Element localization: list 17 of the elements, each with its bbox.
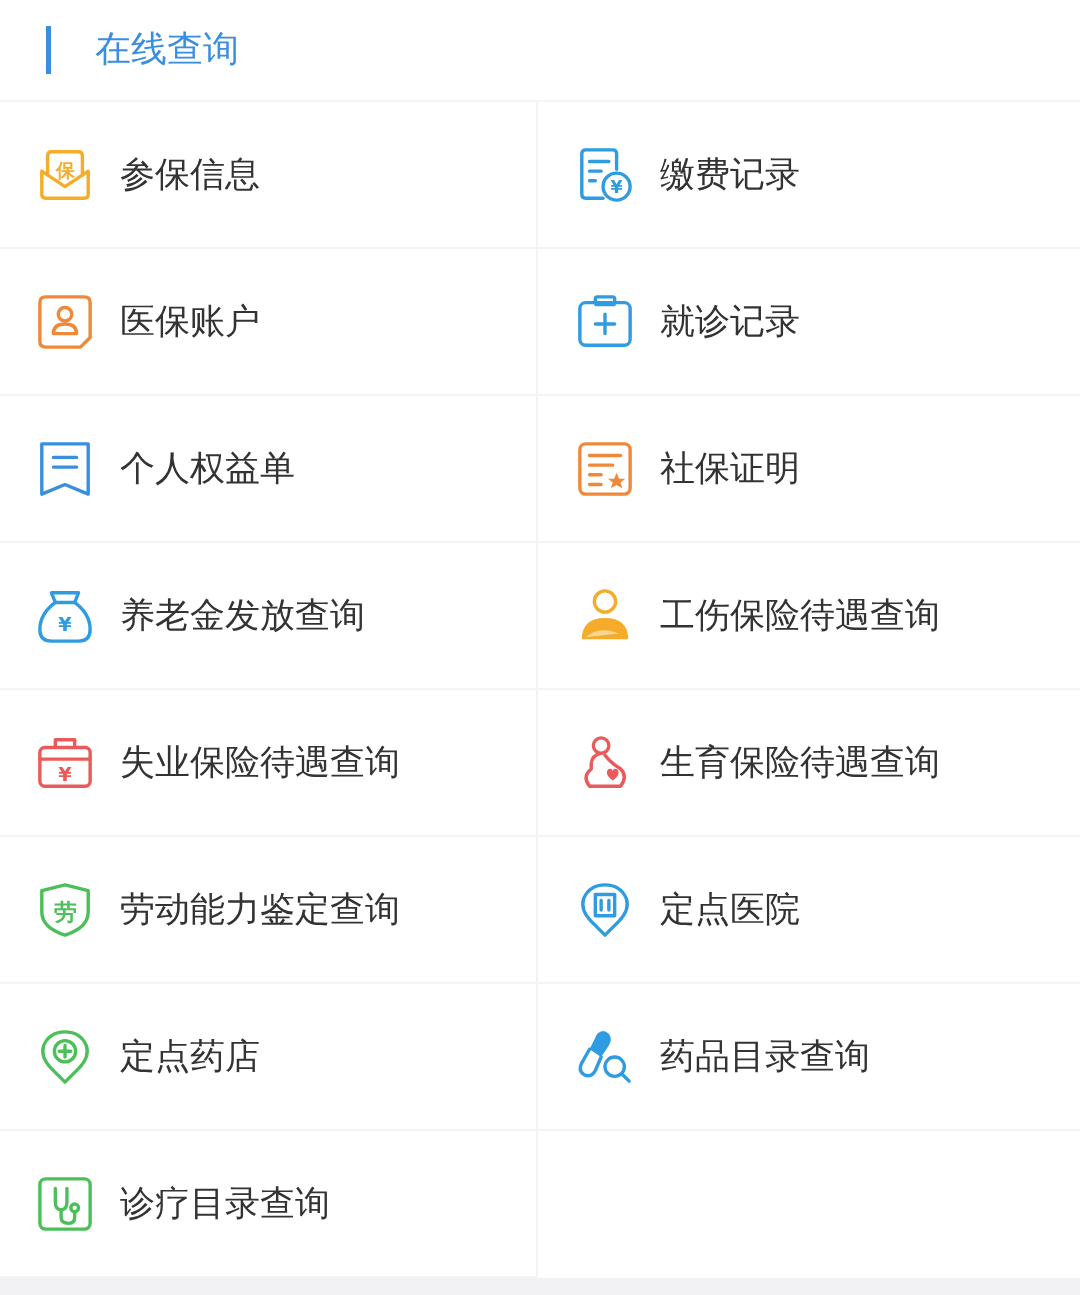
- title-accent-bar: [46, 26, 51, 74]
- section-title: 在线查询: [95, 26, 239, 71]
- query-item[interactable]: 医保账户: [120, 298, 260, 345]
- query-item[interactable]: 定点医院: [660, 886, 800, 933]
- query-item[interactable]: 个人权益单: [120, 445, 295, 492]
- query-item[interactable]: 社保证明: [660, 445, 800, 492]
- query-item[interactable]: 失业保险待遇查询: [120, 739, 400, 786]
- query-item[interactable]: 药品目录查询: [660, 1033, 870, 1080]
- query-item[interactable]: 生育保险待遇查询: [660, 739, 940, 786]
- query-item[interactable]: 就诊记录: [660, 298, 800, 345]
- query-item[interactable]: 缴费记录: [660, 151, 800, 198]
- query-item[interactable]: 诊疗目录查询: [120, 1180, 330, 1227]
- query-item[interactable]: 定点药店: [120, 1033, 260, 1080]
- query-item[interactable]: 参保信息: [120, 151, 260, 198]
- query-item[interactable]: 工伤保险待遇查询: [660, 592, 940, 639]
- query-item[interactable]: 养老金发放查询: [120, 592, 365, 639]
- query-item[interactable]: 劳动能力鉴定查询: [120, 886, 400, 933]
